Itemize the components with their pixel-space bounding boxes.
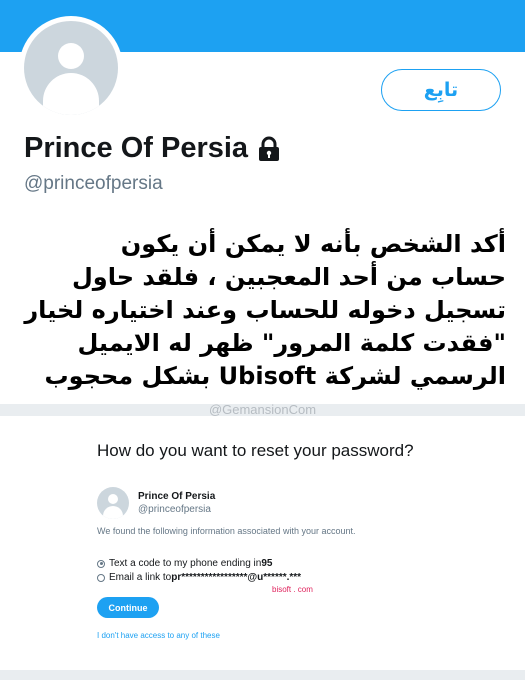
tweet-line: "فقدت كلمة المرور" ظهر له الايميل	[77, 329, 506, 357]
lock-icon	[257, 136, 281, 162]
option-email-label: Email a link to	[109, 572, 172, 583]
tweet-line: حساب من أحد المعجبين ، فلقد حاول	[71, 263, 506, 291]
account-avatar-body	[103, 506, 123, 519]
tweet-line: الرسمي لشركة Ubisoft بشكل محجوب	[44, 362, 506, 390]
account-avatar	[97, 487, 129, 519]
radio-phone[interactable]	[97, 559, 105, 568]
option-text-phone[interactable]: Text a code to my phone ending in 95	[97, 558, 272, 569]
follow-button[interactable]: تابِع	[381, 69, 501, 111]
domain-annotation: bisoft . com	[272, 585, 313, 594]
tweet-line: أكد الشخص بأنه لا يمكن أن يكون	[120, 230, 506, 258]
reset-title: How do you want to reset your password?	[97, 441, 414, 460]
avatar-placeholder-head	[58, 43, 84, 69]
continue-button[interactable]: Continue	[97, 597, 159, 618]
account-name: Prince Of Persia	[138, 491, 216, 502]
profile-handle: @princeofpersia	[24, 173, 163, 194]
account-handle: @princeofpersia	[138, 504, 211, 515]
option-phone-digits: 95	[261, 558, 273, 569]
bottom-divider	[0, 670, 525, 680]
option-phone-label: Text a code to my phone ending in	[109, 558, 262, 569]
avatar[interactable]	[24, 21, 118, 115]
display-name-text: Prince Of Persia	[24, 132, 249, 164]
no-access-link[interactable]: I don't have access to any of these	[97, 631, 220, 640]
radio-email[interactable]	[97, 573, 105, 582]
watermark: @GemansionCom	[208, 402, 317, 417]
profile-display-name: Prince Of Persia	[24, 132, 281, 165]
tweet-text: أكد الشخص بأنه لا يمكن أن يكون حساب من أ…	[16, 228, 506, 393]
found-info-text: We found the following information assoc…	[97, 526, 356, 536]
account-avatar-head	[108, 494, 118, 504]
option-email-link[interactable]: Email a link to pr*****************@u***…	[97, 572, 301, 583]
option-email-masked: pr*****************@u******.***	[171, 572, 302, 583]
tweet-line: تسجيل دخوله للحساب وعند اختياره لخيار	[24, 296, 506, 324]
avatar-placeholder-body	[43, 73, 99, 115]
